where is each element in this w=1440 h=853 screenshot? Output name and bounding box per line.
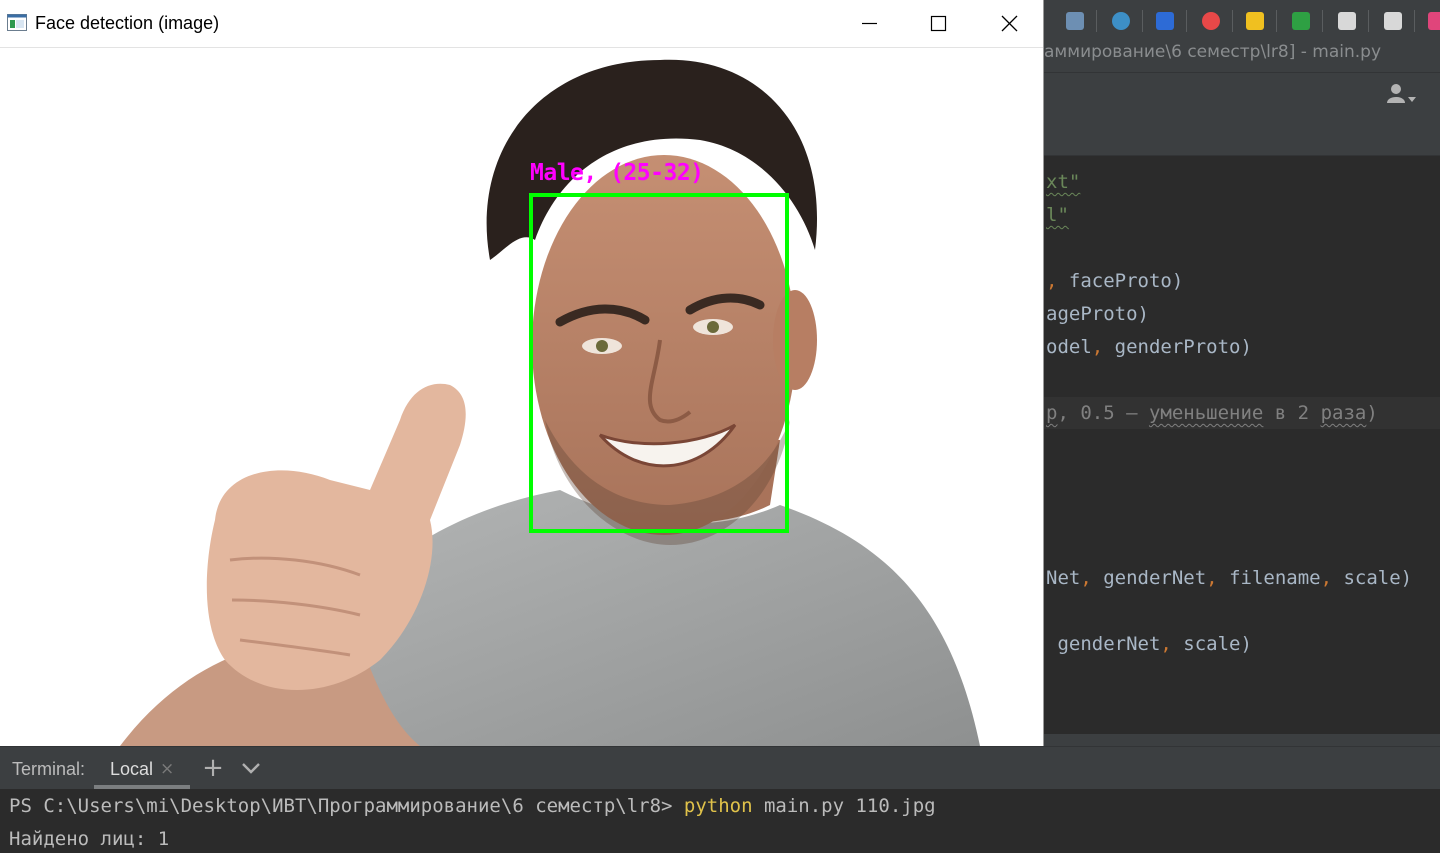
new-terminal-button[interactable]: +	[202, 753, 224, 783]
code-token: faceProto)	[1068, 270, 1184, 292]
close-button[interactable]	[974, 0, 1043, 47]
yandex-icon[interactable]	[1202, 12, 1220, 30]
code-editor[interactable]: xt" l", faceProto) ageProto) odel, genderPr…	[1044, 156, 1440, 734]
toolbar-separator	[1186, 10, 1187, 32]
code-token: xt"	[1046, 171, 1081, 193]
code-line: Net, genderNet, filename, scale)	[1046, 563, 1412, 593]
code-token: scale)	[1183, 633, 1252, 655]
toolbar-separator	[1414, 10, 1415, 32]
code-line: odel, genderProto)	[1046, 332, 1252, 362]
code-token: ,	[1206, 567, 1230, 589]
code-token: ,	[1046, 270, 1069, 292]
code-line: p, 0.5 — уменьшение в 2 раза)	[1046, 398, 1378, 428]
ide-window-title: аммирование\6 семестр\lr8] - main.py	[1044, 34, 1440, 72]
maximize-button[interactable]	[904, 0, 974, 47]
code-token: ,	[1160, 633, 1184, 655]
code-token: ,	[1091, 336, 1115, 358]
minimize-icon	[862, 22, 877, 25]
code-line: genderNet, scale)	[1046, 629, 1252, 659]
file-icon[interactable]	[1384, 12, 1402, 30]
code-token: genderProto)	[1114, 336, 1252, 358]
window-title: Face detection (image)	[35, 13, 220, 33]
face-bounding-box	[529, 193, 789, 533]
code-token: l"	[1046, 204, 1069, 226]
image-canvas: Male, (25-32)	[0, 48, 1043, 746]
horizontal-scrollbar[interactable]	[1044, 734, 1440, 746]
portrait-photo	[120, 59, 980, 746]
code-token: Net	[1046, 567, 1081, 589]
terminal-command-line[interactable]: PS C:\Users\mi\Desktop\ИВТ\Программирова…	[9, 793, 936, 819]
file-icon[interactable]	[1338, 12, 1356, 30]
user-account-icon[interactable]	[1386, 83, 1424, 105]
maximize-icon	[930, 15, 947, 32]
docker-icon[interactable]	[1156, 12, 1174, 30]
code-token: в 2	[1263, 402, 1321, 424]
terminal-panel: Terminal: Local × + PS C:\Users\mi\Deskt…	[0, 746, 1440, 853]
code-line: l"	[1046, 200, 1069, 230]
toolbar-separator	[1096, 10, 1097, 32]
terminal-command: python	[683, 795, 753, 817]
chevron-down-icon[interactable]	[240, 757, 262, 779]
code-token: ,	[1080, 567, 1104, 589]
terminal-header: Terminal: Local × +	[0, 746, 1440, 789]
terminal-tab-local[interactable]: Local ×	[94, 747, 190, 789]
code-token: раза	[1320, 402, 1367, 424]
code-token: , 0.5 —	[1057, 402, 1149, 424]
run-config-icon[interactable]	[1066, 12, 1084, 30]
code-token: scale)	[1343, 567, 1413, 589]
toolbar-separator	[1322, 10, 1323, 32]
code-line: , faceProto)	[1046, 266, 1183, 296]
active-tab-indicator	[94, 785, 190, 789]
code-token: )	[1366, 402, 1378, 424]
toolbar-separator	[1232, 10, 1233, 32]
ide-navigation-bar	[1044, 72, 1440, 118]
toolbar-separator	[1368, 10, 1369, 32]
ide-editor-tabs	[1044, 117, 1440, 156]
terminal-title: Terminal:	[12, 759, 86, 779]
close-icon	[1001, 15, 1018, 32]
app-icon	[7, 14, 27, 31]
face-detection-window: Face detection (image) Male, (25-32)	[0, 0, 1044, 746]
code-token: p	[1046, 402, 1058, 424]
code-token: уменьшение	[1148, 402, 1264, 424]
window-titlebar[interactable]: Face detection (image)	[0, 0, 1043, 48]
terminal-prompt: PS C:\Users\mi\Desktop\ИВТ\Программирова…	[9, 795, 684, 817]
code-token: odel	[1046, 336, 1092, 358]
toolbar-separator	[1142, 10, 1143, 32]
media-icon[interactable]	[1246, 12, 1264, 30]
toolbar-separator	[1276, 10, 1277, 32]
ide-toolbar-icons	[1044, 0, 1440, 34]
minimize-button[interactable]	[834, 0, 904, 47]
code-token: ageProto)	[1046, 303, 1149, 325]
code-token: filename	[1229, 567, 1321, 589]
face-prediction-label: Male, (25-32)	[530, 160, 704, 186]
code-token: genderNet	[1103, 567, 1207, 589]
terminal-command-args: main.py 110.jpg	[752, 795, 936, 817]
code-line: xt"	[1046, 167, 1080, 197]
code-token: ,	[1320, 567, 1344, 589]
green-square-icon[interactable]	[1292, 12, 1310, 30]
build-icon[interactable]	[1112, 12, 1130, 30]
pink-app-icon[interactable]	[1428, 12, 1440, 30]
code-token: genderNet	[1046, 633, 1161, 655]
code-line: ageProto)	[1046, 299, 1149, 329]
terminal-output-line: Найдено лиц: 1	[9, 828, 170, 850]
